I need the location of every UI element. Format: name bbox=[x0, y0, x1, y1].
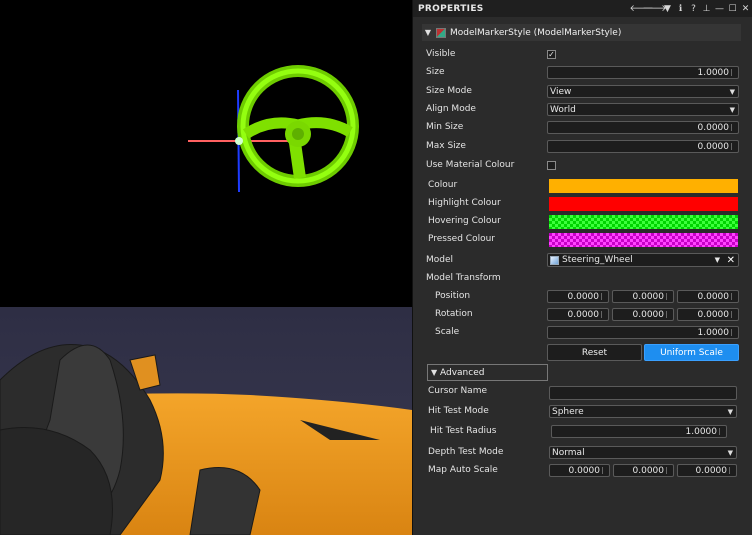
depth-test-mode-select[interactable]: Normal ▼ bbox=[549, 446, 737, 459]
advanced-label: Advanced bbox=[440, 367, 485, 378]
highlight-colour-label: Highlight Colour bbox=[428, 198, 501, 208]
hovering-colour-swatch[interactable] bbox=[549, 215, 738, 229]
rotation-label: Rotation bbox=[435, 309, 473, 319]
max-size-input[interactable]: 0.0000 bbox=[547, 140, 739, 153]
cube-icon bbox=[550, 255, 559, 265]
help-icon[interactable]: ? bbox=[687, 0, 700, 17]
scale-input[interactable]: 1.0000 bbox=[547, 326, 739, 339]
steering-wheel-model bbox=[237, 65, 359, 187]
dropdown-icon[interactable]: ▼ bbox=[661, 0, 674, 17]
map-auto-scale-label: Map Auto Scale bbox=[428, 465, 498, 475]
maximize-icon[interactable]: ☐ bbox=[726, 0, 739, 17]
hit-test-radius-label: Hit Test Radius bbox=[430, 426, 497, 436]
minimize-icon[interactable]: — bbox=[713, 0, 726, 17]
viewport-scene bbox=[0, 65, 412, 535]
use-material-colour-checkbox[interactable] bbox=[547, 161, 556, 170]
highlight-colour-swatch[interactable] bbox=[549, 197, 738, 211]
reset-button[interactable]: Reset bbox=[547, 344, 642, 361]
component-header[interactable]: ▼ ModelMarkerStyle (ModelMarkerStyle) bbox=[422, 24, 741, 41]
hit-test-mode-label: Hit Test Mode bbox=[428, 406, 489, 416]
rotation-x-input[interactable]: 0.0000 bbox=[547, 308, 609, 321]
position-y-input[interactable]: 0.0000 bbox=[612, 290, 674, 303]
model-transform-label: Model Transform bbox=[426, 273, 501, 283]
chevron-down-icon: ▼ bbox=[727, 407, 733, 416]
size-mode-label: Size Mode bbox=[426, 86, 472, 96]
map-auto-scale-x-input[interactable]: 0.0000 bbox=[549, 464, 610, 477]
panel-header: PROPERTIES 🡐 🡒 ▼ ℹ ? ⊥ — ☐ ✕ bbox=[413, 0, 752, 17]
close-icon[interactable]: ✕ bbox=[739, 0, 752, 17]
chevron-down-icon[interactable]: ▼ bbox=[715, 256, 720, 264]
uniform-scale-button[interactable]: Uniform Scale bbox=[644, 344, 739, 361]
hit-test-radius-input[interactable]: 1.0000 bbox=[551, 425, 727, 438]
colour-label: Colour bbox=[428, 180, 458, 190]
hit-test-mode-select[interactable]: Sphere ▼ bbox=[549, 405, 737, 418]
model-label: Model bbox=[426, 255, 454, 265]
visible-checkbox[interactable]: ✓ bbox=[547, 50, 556, 59]
pin-icon[interactable]: ⊥ bbox=[700, 0, 713, 17]
cursor-name-input[interactable] bbox=[549, 386, 737, 400]
model-value: Steering_Wheel bbox=[562, 255, 633, 265]
max-size-label: Max Size bbox=[426, 141, 466, 151]
align-mode-value: World bbox=[550, 104, 576, 115]
align-mode-label: Align Mode bbox=[426, 104, 476, 114]
component-title: ModelMarkerStyle (ModelMarkerStyle) bbox=[450, 27, 622, 38]
position-z-input[interactable]: 0.0000 bbox=[677, 290, 739, 303]
position-x-input[interactable]: 0.0000 bbox=[547, 290, 609, 303]
hovering-colour-label: Hovering Colour bbox=[428, 216, 501, 226]
clear-model-icon[interactable]: ✕ bbox=[727, 255, 735, 266]
map-auto-scale-y-input[interactable]: 0.0000 bbox=[613, 464, 674, 477]
use-material-colour-label: Use Material Colour bbox=[426, 160, 515, 170]
arrow-right-icon[interactable]: 🡒 bbox=[642, 0, 666, 17]
model-select[interactable]: Steering_Wheel ▼ ✕ bbox=[547, 253, 739, 267]
collapse-triangle-icon[interactable]: ▼ bbox=[422, 28, 434, 37]
advanced-section-header[interactable]: ▼ Advanced bbox=[427, 364, 548, 381]
visible-label: Visible bbox=[426, 49, 456, 59]
properties-panel: PROPERTIES 🡐 🡒 ▼ ℹ ? ⊥ — ☐ ✕ ▼ ModelMark… bbox=[412, 0, 752, 535]
gizmo-center bbox=[235, 137, 243, 145]
position-label: Position bbox=[435, 291, 471, 301]
chevron-down-icon: ▼ bbox=[729, 105, 735, 114]
size-label: Size bbox=[426, 67, 445, 77]
min-size-label: Min Size bbox=[426, 122, 464, 132]
align-mode-select[interactable]: World ▼ bbox=[547, 103, 739, 116]
rotation-z-input[interactable]: 0.0000 bbox=[677, 308, 739, 321]
map-auto-scale-z-input[interactable]: 0.0000 bbox=[677, 464, 737, 477]
pressed-colour-label: Pressed Colour bbox=[428, 234, 495, 244]
depth-test-mode-value: Normal bbox=[552, 447, 585, 458]
panel-title: PROPERTIES bbox=[418, 3, 484, 14]
hit-test-mode-value: Sphere bbox=[552, 406, 584, 417]
info-icon[interactable]: ℹ bbox=[674, 0, 687, 17]
3d-viewport[interactable] bbox=[0, 0, 412, 535]
size-input[interactable]: 1.0000 bbox=[547, 66, 739, 79]
depth-test-mode-label: Depth Test Mode bbox=[428, 447, 504, 457]
cursor-name-label: Cursor Name bbox=[428, 386, 487, 396]
colour-swatch[interactable] bbox=[549, 179, 738, 193]
component-icon bbox=[436, 27, 446, 38]
header-toolbar: 🡐 🡒 ▼ ℹ ? ⊥ — ☐ ✕ bbox=[629, 0, 752, 17]
chevron-down-icon: ▼ bbox=[729, 87, 735, 96]
size-mode-value: View bbox=[550, 86, 572, 97]
rotation-y-input[interactable]: 0.0000 bbox=[612, 308, 674, 321]
pressed-colour-swatch[interactable] bbox=[549, 233, 738, 247]
chevron-down-icon: ▼ bbox=[727, 448, 733, 457]
scale-label: Scale bbox=[435, 327, 460, 337]
size-mode-select[interactable]: View ▼ bbox=[547, 85, 739, 98]
collapse-triangle-icon: ▼ bbox=[431, 368, 438, 377]
min-size-input[interactable]: 0.0000 bbox=[547, 121, 739, 134]
